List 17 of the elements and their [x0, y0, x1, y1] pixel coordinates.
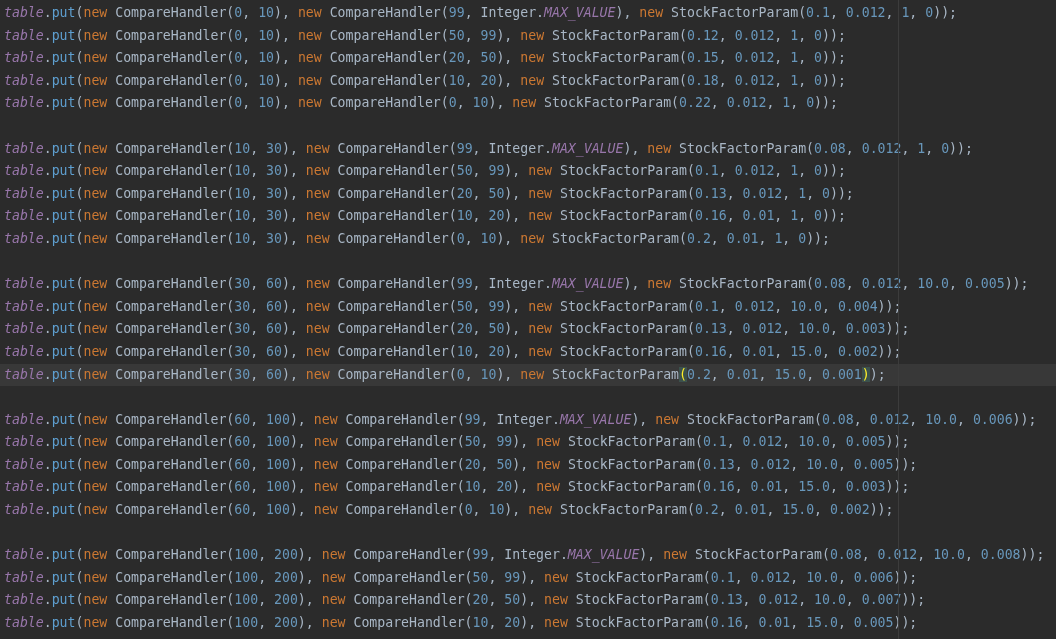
code-line: table.put(new CompareHandler(10, 30), new CompareHandler(99, Integer.MAX_VALUE), new StockFactorParam(0.08, 0.012, 1, 0));	[4, 140, 973, 156]
code-line: table.put(new CompareHandler(10, 30), new CompareHandler(10, 20), new StockFactorParam(0.16, 0.01, 1, 0));	[4, 208, 846, 224]
code-line: table.put(new CompareHandler(100, 200), new CompareHandler(20, 50), new StockFactorParam(0.13, 0.012, 10.0, 0.007));	[4, 592, 926, 608]
code-line: table.put(new CompareHandler(100, 200), new CompareHandler(99, Integer.MAX_VALUE), new StockFactorParam(0.08, 0.012, 10.0, 0.008));	[4, 547, 1045, 563]
code-line: table.put(new CompareHandler(10, 30), new CompareHandler(50, 99), new StockFactorParam(0.1, 0.012, 1, 0));	[4, 163, 846, 179]
code-line: table.put(new CompareHandler(0, 10), new CompareHandler(50, 99), new StockFactorParam(0.12, 0.012, 1, 0));	[4, 27, 846, 43]
code-line: table.put(new CompareHandler(10, 30), new CompareHandler(0, 10), new StockFactorParam(0.2, 0.01, 1, 0));	[4, 230, 830, 246]
code-line: table.put(new CompareHandler(0, 10), new CompareHandler(0, 10), new StockFactorParam(0.22, 0.012, 1, 0));	[4, 95, 838, 111]
code-line: table.put(new CompareHandler(30, 60), new CompareHandler(99, Integer.MAX_VALUE), new StockFactorParam(0.08, 0.012, 10.0, 0.005));	[4, 276, 1029, 292]
code-line: table.put(new CompareHandler(0, 10), new CompareHandler(99, Integer.MAX_VALUE), new StockFactorParam(0.1, 0.012, 1, 0));	[4, 5, 958, 20]
code-line: table.put(new CompareHandler(0, 10), new CompareHandler(10, 20), new StockFactorParam(0.18, 0.012, 1, 0));	[4, 72, 846, 88]
code-line: table.put(new CompareHandler(10, 30), new CompareHandler(20, 50), new StockFactorParam(0.13, 0.012, 1, 0));	[4, 185, 854, 201]
code-line: table.put(new CompareHandler(30, 60), new CompareHandler(50, 99), new StockFactorParam(0.1, 0.012, 10.0, 0.004));	[4, 298, 902, 314]
code-line: table.put(new CompareHandler(0, 10), new CompareHandler(20, 50), new StockFactorParam(0.15, 0.012, 1, 0));	[4, 50, 846, 66]
code-line: table.put(new CompareHandler(60, 100), new CompareHandler(0, 10), new StockFactorParam(0.2, 0.01, 15.0, 0.002));	[4, 502, 894, 518]
code-line: table.put(new CompareHandler(30, 60), new CompareHandler(10, 20), new StockFactorParam(0.16, 0.01, 15.0, 0.002));	[4, 343, 902, 359]
code-line: table.put(new CompareHandler(30, 60), new CompareHandler(0, 10), new StockFactorParam(0.2, 0.01, 15.0, 0.001));	[4, 366, 886, 382]
